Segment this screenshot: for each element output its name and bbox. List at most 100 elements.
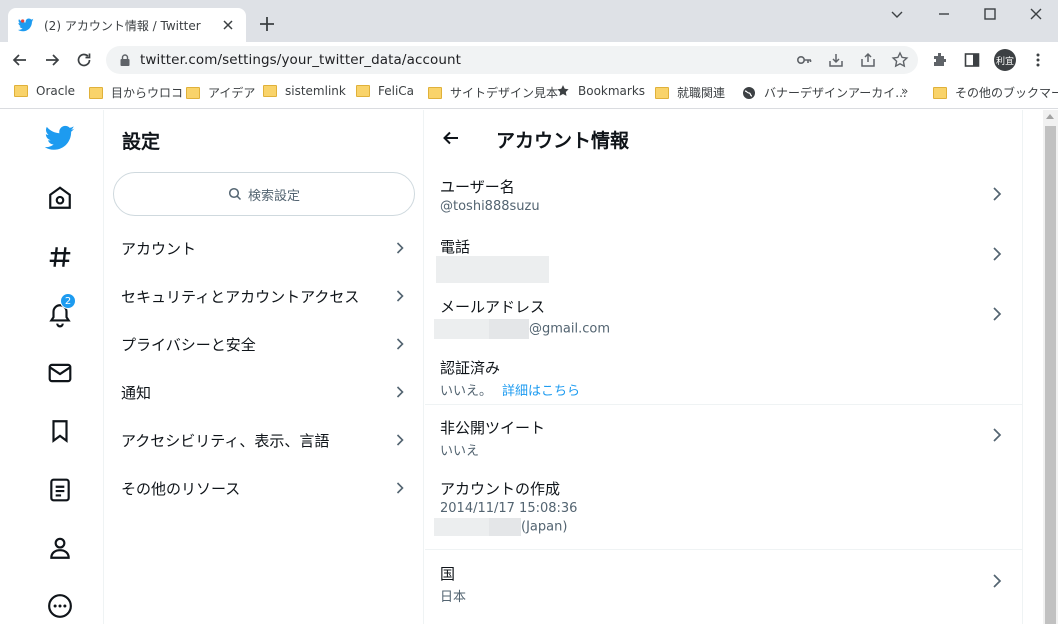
bookmark-overflow[interactable]: »: [901, 84, 908, 98]
row-protected-tweets[interactable]: 非公開ツイート いいえ: [425, 417, 1023, 473]
nav-notifications[interactable]: 2: [44, 293, 76, 331]
scroll-up-arrow-icon[interactable]: [1046, 114, 1054, 119]
row-phone[interactable]: 電話: [425, 236, 1023, 292]
back-arrow-icon[interactable]: [441, 128, 461, 148]
detail-header: アカウント情報: [425, 110, 1023, 166]
bookmark-shushoku[interactable]: 就職関連: [655, 84, 725, 101]
bookmark-mekara-uroko[interactable]: 目からウロコ: [89, 84, 183, 101]
settings-item-privacy[interactable]: プライバシーと安全: [105, 320, 423, 368]
address-bar[interactable]: twitter.com/settings/your_twitter_data/a…: [106, 46, 918, 74]
notification-badge: 2: [60, 293, 76, 309]
chevron-right-icon: [396, 434, 404, 446]
bookmark-idea[interactable]: アイデア: [186, 84, 255, 101]
bookmarks-bar: Oracle 目からウロコ アイデア sistemlink FeliCa サイト…: [0, 78, 1058, 109]
bookmark-label: サイトデザイン見本: [450, 86, 559, 100]
url-text: twitter.com/settings/your_twitter_data/a…: [140, 52, 462, 68]
minimize-icon[interactable]: [936, 6, 952, 22]
chevron-right-icon: [993, 307, 1002, 321]
side-panel-icon[interactable]: [963, 51, 981, 69]
overflow-chevron-icon: »: [901, 84, 909, 98]
nav-home[interactable]: [44, 182, 76, 214]
nav-more[interactable]: [44, 590, 76, 622]
more-circle-icon: [48, 594, 72, 618]
settings-item-label: アクセシビリティ、表示、言語: [121, 431, 330, 450]
detail-title: アカウント情報: [496, 130, 630, 152]
account-info-panel: アカウント情報 ユーザー名 @toshi888suzu 電話 メールアドレス @…: [425, 110, 1023, 624]
row-username[interactable]: ユーザー名 @toshi888suzu: [425, 176, 1023, 232]
settings-item-label: セキュリティとアカウントアクセス: [121, 287, 360, 306]
nav-home-logo[interactable]: [44, 122, 76, 154]
nav-bookmarks[interactable]: [44, 415, 76, 447]
chevron-right-icon: [993, 247, 1002, 261]
settings-item-accessibility[interactable]: アクセシビリティ、表示、言語: [105, 416, 423, 464]
more-menu-icon[interactable]: [1029, 51, 1047, 69]
close-window-icon[interactable]: [1028, 6, 1044, 22]
settings-search-input[interactable]: 検索設定: [113, 172, 415, 216]
lock-icon: [120, 54, 130, 66]
chevron-right-icon: [396, 386, 404, 398]
bookmark-icon: [52, 420, 68, 443]
row-country[interactable]: 国 日本: [425, 563, 1023, 619]
chevron-right-icon: [993, 428, 1002, 442]
browser-toolbar: twitter.com/settings/your_twitter_data/a…: [0, 42, 1058, 78]
settings-item-label: 通知: [121, 383, 152, 402]
folder-icon: [655, 86, 669, 99]
bookmark-label: アイデア: [208, 86, 256, 100]
reload-icon[interactable]: [75, 51, 93, 69]
bookmark-sistemlink[interactable]: sistemlink: [263, 84, 346, 98]
nav-explore[interactable]: [44, 241, 76, 273]
browser-tab[interactable]: (2) アカウント情報 / Twitter: [8, 8, 246, 42]
settings-item-label: プライバシーと安全: [121, 335, 256, 354]
chevron-down-icon[interactable]: [889, 6, 905, 22]
protected-label: 非公開ツイート: [440, 419, 546, 437]
bookmark-banner-design[interactable]: バナーデザインアーカイ...: [742, 84, 907, 101]
folder-icon: [263, 85, 277, 97]
bookmark-label: Oracle: [36, 84, 76, 98]
phone-value-redacted: [436, 256, 1023, 283]
folder-icon: [186, 86, 200, 99]
share-icon[interactable]: [859, 51, 877, 69]
created-value: 2014/11/17 15:08:36: [440, 501, 578, 516]
close-tab-icon[interactable]: [220, 17, 236, 33]
nav-profile[interactable]: [44, 532, 76, 564]
bookmark-bookmarks[interactable]: Bookmarks: [556, 84, 645, 98]
settings-item-label: その他のリソース: [121, 479, 241, 498]
page-scrollbar[interactable]: [1043, 110, 1058, 624]
twitter-page: 2 設定 検索設定 アカウント セキュリティとアカウントアクセス プライバシーと…: [0, 110, 1058, 624]
bookmark-label: バナーデザインアーカイ...: [764, 86, 907, 100]
back-icon[interactable]: [11, 51, 29, 69]
bookmark-other[interactable]: その他のブックマーク: [933, 84, 1058, 101]
extensions-icon[interactable]: [931, 51, 949, 69]
settings-item-account[interactable]: アカウント: [105, 224, 423, 272]
row-email[interactable]: メールアドレス @gmail.com: [425, 296, 1023, 352]
verified-label: 認証済み: [440, 359, 501, 377]
created-label: アカウントの作成: [440, 480, 561, 498]
nav-messages[interactable]: [44, 357, 76, 389]
bookmark-label: 目からウロコ: [111, 86, 184, 100]
maximize-icon[interactable]: [982, 6, 998, 22]
key-icon[interactable]: [795, 51, 813, 69]
settings-item-security[interactable]: セキュリティとアカウントアクセス: [105, 272, 423, 320]
profile-avatar[interactable]: 利宜: [994, 49, 1016, 71]
bookmark-oracle[interactable]: Oracle: [14, 84, 75, 98]
forward-icon[interactable]: [43, 51, 61, 69]
created-location: (Japan): [434, 518, 1023, 536]
primary-nav: 2: [0, 110, 104, 624]
bookmark-site-design[interactable]: サイトデザイン見本: [428, 84, 558, 101]
star-icon: [557, 85, 569, 96]
nav-lists[interactable]: [44, 474, 76, 506]
chevron-right-icon: [396, 338, 404, 350]
bookmark-label: FeliCa: [378, 84, 415, 98]
settings-item-notifications[interactable]: 通知: [105, 368, 423, 416]
hashtag-icon: [49, 247, 71, 267]
new-tab-icon[interactable]: [258, 15, 276, 33]
star-icon[interactable]: [891, 51, 909, 69]
learn-more-link[interactable]: 詳細はこちら: [502, 384, 580, 399]
email-value: @gmail.com: [434, 319, 1023, 339]
bookmark-felica[interactable]: FeliCa: [356, 84, 414, 98]
install-app-icon[interactable]: [827, 51, 845, 69]
folder-icon: [428, 86, 442, 99]
settings-item-resources[interactable]: その他のリソース: [105, 464, 423, 512]
chevron-right-icon: [993, 187, 1002, 201]
scrollbar-thumb[interactable]: [1045, 126, 1056, 624]
